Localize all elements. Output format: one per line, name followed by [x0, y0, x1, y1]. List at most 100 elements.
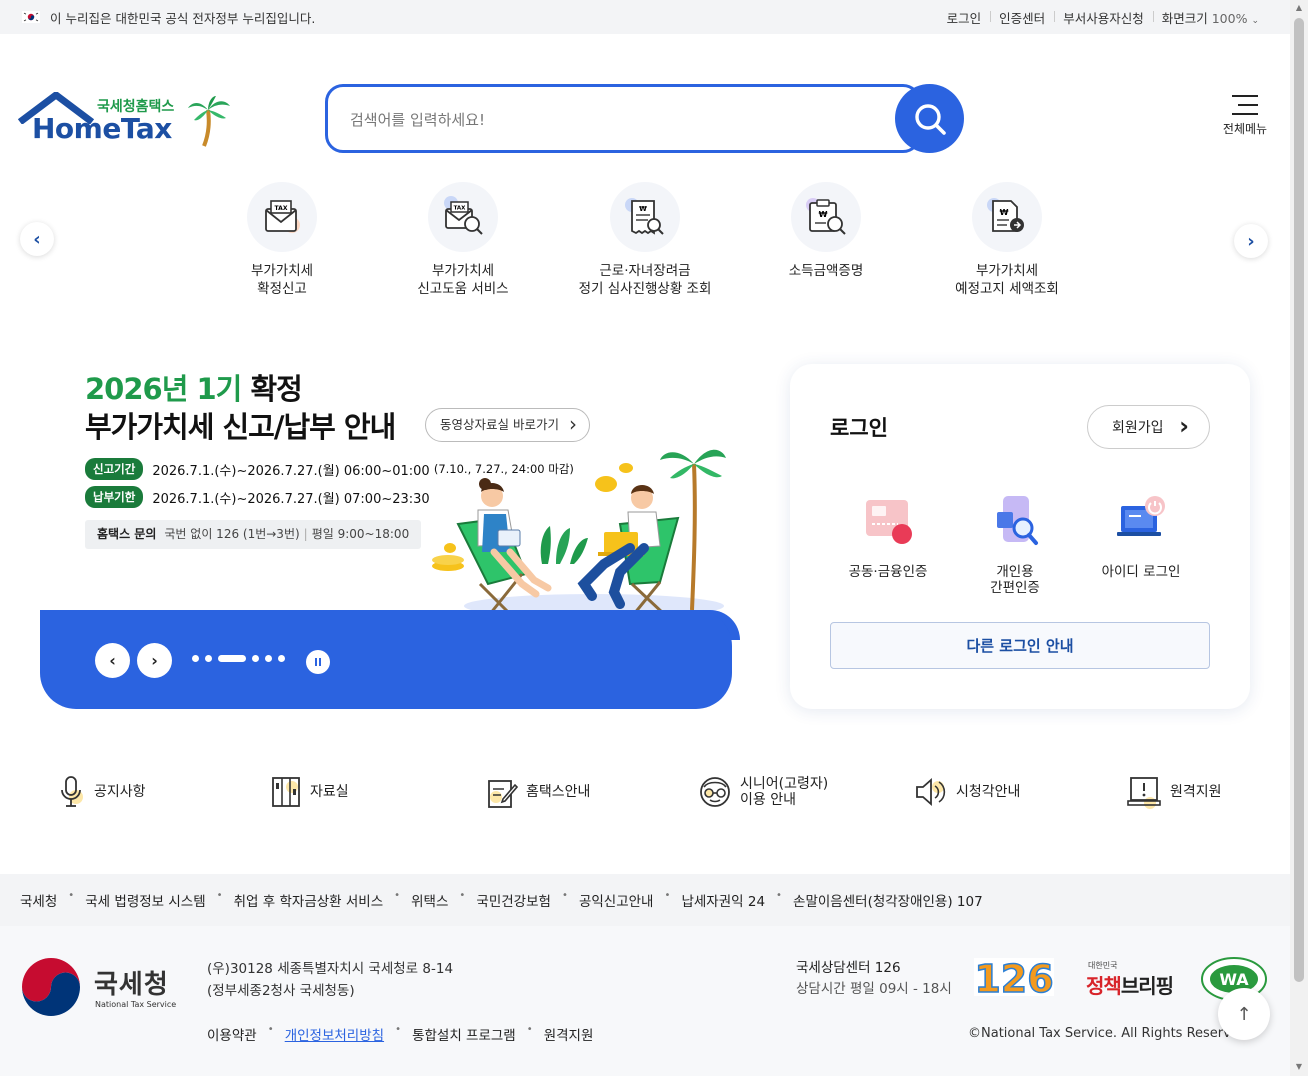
filing-period-text: 2026.7.1.(수)~2026.7.27.(월) 06:00~01:00 — [152, 463, 430, 479]
banner-dot[interactable] — [278, 655, 285, 662]
terms-link[interactable]: 이용약관 — [207, 1024, 271, 1044]
service-hometax-guide[interactable]: 홈택스안내 — [486, 774, 590, 810]
svg-text:126: 126 — [974, 957, 1053, 998]
service-senior-guide[interactable]: 시니어(고령자) 이용 안내 — [698, 774, 828, 810]
svg-text:WA: WA — [1219, 970, 1249, 989]
filing-period-tag: 신고기간 — [85, 458, 144, 480]
quick-label-2b: 신고도움 서비스 — [417, 281, 509, 297]
zoom-label: 화면크기 — [1161, 10, 1208, 26]
banner-prev-button[interactable]: ‹ — [95, 643, 130, 678]
all-menu-label: 전체메뉴 — [1222, 122, 1268, 136]
related-link-taxpayer-rights[interactable]: 납세자권익 24 — [664, 890, 779, 910]
related-link-law-info[interactable]: 국세 법령정보 시스템 — [68, 890, 219, 910]
page-scrollbar[interactable]: ▲ ▼ — [1290, 0, 1308, 1076]
scroll-to-top-button[interactable]: ↑ — [1218, 988, 1270, 1040]
quick-icon-wrap: TAX — [247, 182, 317, 252]
signup-button[interactable]: 회원가입 — [1087, 405, 1210, 449]
all-menu-button[interactable]: 전체메뉴 — [1214, 92, 1276, 148]
search-input[interactable] — [350, 105, 880, 135]
other-login-guide-button[interactable]: 다른 로그인 안내 — [830, 622, 1210, 669]
pause-icon — [315, 658, 317, 666]
tax-envelope-icon: TAX — [265, 200, 300, 233]
payment-period-tag: 납부기한 — [85, 486, 144, 508]
scrollbar-thumb[interactable] — [1294, 18, 1304, 982]
remote-support-icon — [1127, 777, 1161, 809]
banner-dot[interactable] — [265, 655, 272, 662]
call-126-badge[interactable]: 126 — [974, 956, 1054, 998]
banner-pause-button[interactable] — [306, 650, 330, 674]
quick-icon-wrap: ₩ — [972, 182, 1042, 252]
id-login[interactable]: 아이디 로그인 — [1081, 492, 1201, 580]
quick-next-button[interactable]: › — [1234, 224, 1268, 258]
zoom-value: 100% — [1211, 10, 1248, 26]
banner-dot[interactable] — [205, 655, 212, 662]
remote-support-link[interactable]: 원격지원 — [527, 1024, 608, 1044]
certificate-search-icon: ₩ — [806, 198, 846, 235]
quick-label-3a: 근로·자녀장려금 — [599, 263, 691, 279]
nts-name-en: National Tax Service — [95, 1000, 177, 1009]
dept-user-apply-link[interactable]: 부서사용자신청 — [1054, 8, 1153, 27]
service-remote-support[interactable]: 원격지원 — [1126, 774, 1222, 810]
hometax-logo[interactable]: 국세청홈택스 HomeTax — [18, 92, 232, 148]
senior-label-b: 이용 안내 — [740, 792, 796, 808]
related-link-nhis[interactable]: 국민건강보험 — [459, 890, 565, 910]
joint-cert-login[interactable]: 공동·금융인증 — [828, 492, 948, 580]
inquiry-phone: 국번 없이 126 (1번→3번) — [164, 527, 300, 541]
quick-icon-wrap: TAX — [428, 182, 498, 252]
inquiry-label: 홈택스 문의 — [97, 527, 157, 541]
quick-item-income-cert[interactable]: ₩ 소득금액증명 — [741, 182, 911, 280]
top-login-link[interactable]: 로그인 — [938, 8, 991, 27]
nts-name-ko: 국세청 — [94, 970, 169, 1000]
quick-label-3b: 정기 심사진행상황 조회 — [578, 281, 712, 297]
palm-tree-icon — [188, 96, 230, 147]
related-link-student-loan[interactable]: 취업 후 학자금상환 서비스 — [217, 890, 398, 910]
service-notice[interactable]: 공지사항 — [58, 774, 146, 810]
phone-search-icon — [997, 496, 1038, 545]
search-icon — [914, 103, 946, 135]
banner-dot[interactable] — [252, 655, 259, 662]
login-panel: 로그인 회원가입 공동·금융인증 개인용간편인증 아이디 로그인 다른 로 — [790, 364, 1250, 709]
svg-text:TAX: TAX — [275, 205, 288, 212]
search-button[interactable] — [895, 84, 964, 153]
nts-logo: 국세청 National Tax Service — [20, 956, 180, 1018]
scroll-down-icon[interactable]: ▼ — [1294, 1062, 1304, 1072]
service-archive[interactable]: 자료실 — [270, 774, 349, 810]
install-program-link[interactable]: 통합설치 프로그램 — [395, 1024, 530, 1044]
quick-item-vat-help[interactable]: TAX 부가가치세신고도움 서비스 — [378, 182, 548, 298]
quick-item-vat-final[interactable]: TAX 부가가치세 확정신고 — [197, 182, 367, 298]
related-link-relay-center[interactable]: 손말이음센터(청각장애인용) 107 — [776, 890, 997, 910]
document-won-icon: ₩ — [987, 198, 1024, 232]
quick-icon-wrap: ₩ — [610, 182, 680, 252]
quick-label-2a: 부가가치세 — [431, 263, 495, 279]
related-link-nts[interactable]: 국세청 — [20, 890, 71, 910]
chevron-right-icon: › — [1247, 230, 1255, 252]
related-link-wetax[interactable]: 위택스 — [394, 890, 462, 910]
policy-briefing-logo[interactable]: 대한민국 정책브리핑 — [1086, 960, 1176, 1000]
gov-banner: 이 누리집은 대한민국 공식 전자정부 누리집입니다. 로그인 인증센터 부서사… — [0, 0, 1290, 34]
service-audiovisual-guide[interactable]: 시청각안내 — [914, 774, 1020, 810]
chevron-left-icon: ‹ — [33, 228, 41, 250]
privacy-policy-link[interactable]: 개인정보처리방침 — [268, 1024, 398, 1044]
chevron-right-icon: › — [151, 651, 158, 670]
related-link-public-report[interactable]: 공익신고안내 — [562, 890, 668, 910]
svg-text:TAX: TAX — [454, 206, 467, 212]
quick-label-5b: 예정고지 세액조회 — [955, 281, 1059, 297]
main-banner[interactable]: 2026년 1기 확정 부가가치세 신고/납부 안내 동영상자료실 바로가기 신… — [40, 360, 740, 710]
zoom-control[interactable]: 화면크기 100% ⌄ — [1152, 8, 1268, 27]
banner-dot[interactable] — [192, 655, 199, 662]
chevron-left-icon: ‹ — [109, 651, 116, 670]
quick-item-vat-prenotice[interactable]: ₩ 부가가치세 예정고지 세액조회 — [922, 182, 1092, 298]
quick-item-earned-credit[interactable]: ₩ 근로·자녀장려금정기 심사진행상황 조회 — [560, 182, 730, 298]
banner-pagination[interactable] — [192, 655, 285, 662]
id-login-label: 아이디 로그인 — [1101, 564, 1181, 580]
consult-center-title: 국세상담센터 126 — [796, 960, 901, 976]
auth-center-link[interactable]: 인증센터 — [990, 8, 1054, 27]
arrow-up-icon: ↑ — [1236, 1003, 1252, 1025]
banner-next-button[interactable]: › — [137, 643, 172, 678]
related-sites-bar: 국세청 국세 법령정보 시스템 취업 후 학자금상환 서비스 위택스 국민건강보… — [0, 874, 1290, 926]
banner-dot[interactable] — [218, 655, 246, 662]
scroll-up-icon[interactable]: ▲ — [1294, 3, 1304, 13]
quick-prev-button[interactable]: ‹ — [20, 222, 54, 256]
simple-auth-login[interactable]: 개인용 간편인증 — [955, 492, 1075, 596]
banner-title-line2: 부가가치세 신고/납부 안내 — [85, 410, 396, 444]
